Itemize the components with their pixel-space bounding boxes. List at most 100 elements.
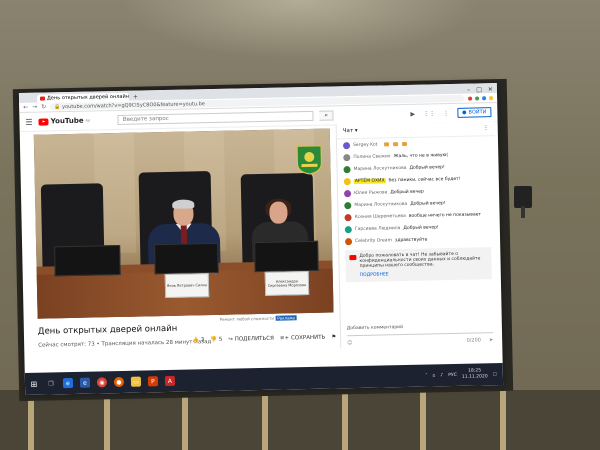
avatar[interactable] xyxy=(343,153,351,161)
ad-overlay[interactable]: Ремонт любой сложности Реклама xyxy=(220,315,298,322)
chat-header-label: Чат xyxy=(342,128,354,135)
edge-browser-icon[interactable]: e xyxy=(62,377,74,389)
dislike-count: 5 xyxy=(218,336,223,343)
youtube-play-icon xyxy=(38,117,49,126)
youtube-logo[interactable]: YouTube RU xyxy=(38,117,90,126)
desk-monitor xyxy=(54,244,121,277)
url-text: youtube.com/watch?v=gQ9Cl5yC8O0&feature=… xyxy=(62,100,205,110)
minimize-icon[interactable]: – xyxy=(467,87,470,94)
system-tray: ˄ ⌂ ♪ РУС 18:25 11.11.2020 ▢ xyxy=(425,368,503,382)
chat-mode-selector[interactable]: Чат ▾ xyxy=(343,128,358,134)
wall-speaker xyxy=(514,186,532,208)
youtube-notice-icon xyxy=(349,255,357,261)
create-video-icon[interactable]: ▶ xyxy=(410,110,415,117)
save-button[interactable]: ≡+ СОХРАНИТЬ xyxy=(280,335,325,342)
notifications-icon[interactable]: ▢ xyxy=(493,372,497,377)
dislike-button[interactable]: 👎 5 xyxy=(210,337,222,343)
windows-start-icon[interactable]: ⊞ xyxy=(29,379,39,389)
share-label: ПОДЕЛИТЬСЯ xyxy=(234,335,275,343)
clock-date: 11.11.2020 xyxy=(461,374,488,380)
chat-text: без паники, сейчас все будет! xyxy=(388,176,461,183)
video-column: Яков Петрович Силин Александра Сергеевна… xyxy=(20,124,343,371)
avatar[interactable] xyxy=(344,225,352,233)
chat-author[interactable]: Ксения Шереметьева xyxy=(355,213,406,219)
desk-monitor xyxy=(154,242,219,275)
apps-grid-icon[interactable]: ⋮⋮ xyxy=(423,110,435,117)
chat-text: Добрый вечер! xyxy=(403,224,439,231)
send-icon[interactable]: ➤ xyxy=(489,337,493,343)
maximize-icon[interactable]: □ xyxy=(476,86,482,93)
reload-icon[interactable]: ↻ xyxy=(41,103,46,110)
railing-post xyxy=(262,390,268,450)
avatar[interactable] xyxy=(342,141,351,149)
settings-more-icon[interactable]: ⋮ xyxy=(443,110,449,117)
chat-more-icon[interactable]: ⋮ xyxy=(483,125,489,131)
chat-text: Жаль, что не в живую( xyxy=(393,152,449,159)
tab-title: День открытых дверей онлайн xyxy=(46,93,130,102)
acrobat-icon[interactable]: A xyxy=(164,375,176,387)
file-explorer-icon[interactable]: ▭ xyxy=(130,376,142,387)
save-label: СОХРАНИТЬ xyxy=(290,334,326,342)
search-button[interactable]: ⌕ xyxy=(319,110,334,121)
menu-icon[interactable]: ☰ xyxy=(25,117,32,126)
avatar[interactable] xyxy=(344,237,353,245)
chat-author[interactable]: Марина Лоскутникова xyxy=(354,165,407,171)
signin-label: ВОЙТИ xyxy=(468,109,487,116)
video-actions: 👍 3 👎 5 ↪ ПОДЕЛИТЬСЯ ≡+ СОХРАНИТЬ ⚑ xyxy=(192,334,336,343)
avatar[interactable] xyxy=(343,177,351,185)
extension-icon[interactable] xyxy=(489,95,494,100)
extension-icon[interactable] xyxy=(475,95,480,100)
railing-post xyxy=(182,390,188,450)
back-icon[interactable]: ← xyxy=(23,104,28,111)
notice-more-link[interactable]: ПОДРОБНЕЕ xyxy=(360,270,488,278)
avatar[interactable] xyxy=(343,165,351,173)
avatar[interactable] xyxy=(343,189,352,197)
lock-icon: 🔒 xyxy=(54,103,63,110)
extension-icon[interactable] xyxy=(468,96,473,101)
chat-author[interactable]: Марина Лоскутникова xyxy=(354,201,407,207)
report-flag-icon[interactable]: ⚑ xyxy=(331,334,336,340)
close-icon[interactable]: ✕ xyxy=(488,86,493,93)
chat-author[interactable]: Юлия Рыжова xyxy=(354,190,387,196)
network-icon[interactable]: ⌂ xyxy=(432,373,435,378)
clock[interactable]: 18:25 11.11.2020 xyxy=(462,368,488,381)
chat-text: Добрый вечер! xyxy=(410,200,446,207)
signin-button[interactable]: ● ВОЙТИ xyxy=(457,107,492,118)
chat-author[interactable]: Sergey Kot xyxy=(353,142,377,148)
chat-author[interactable]: АРТЁМ ОХИХ xyxy=(353,177,386,184)
chat-author[interactable]: Полина Свежих xyxy=(353,154,390,160)
chat-text: здравствуйте xyxy=(394,237,428,243)
coat-of-arms-icon xyxy=(296,145,323,175)
chat-input-area[interactable]: Добавить комментарий xyxy=(341,323,499,337)
chrome-icon[interactable]: ◉ xyxy=(96,377,108,388)
emoji-sticker-icon xyxy=(384,142,390,147)
railing-post xyxy=(420,390,426,450)
chat-message: Celebrity Dream здравствуйте xyxy=(339,232,497,247)
tray-up-arrow-icon[interactable]: ˄ xyxy=(425,373,427,378)
thumbs-up-icon: 👍 xyxy=(192,337,200,344)
thumbs-down-icon: 👎 xyxy=(210,336,218,344)
like-button[interactable]: 👍 3 xyxy=(192,337,204,343)
avatar[interactable] xyxy=(344,201,352,209)
nameplate-right: Александра Сергеевна Морозова xyxy=(264,271,310,296)
man-hair xyxy=(172,199,195,209)
avatar[interactable] xyxy=(344,213,352,221)
account-icon: ● xyxy=(462,109,467,116)
share-button[interactable]: ↪ ПОДЕЛИТЬСЯ xyxy=(228,336,274,343)
task-view-icon[interactable]: ❐ xyxy=(46,378,56,388)
chat-author[interactable]: Гарсиева Людмила xyxy=(355,226,401,232)
window-controls: – □ ✕ xyxy=(467,86,497,94)
extension-icon[interactable] xyxy=(482,95,487,100)
powerpoint-icon[interactable]: P xyxy=(147,376,159,387)
volume-icon[interactable]: ♪ xyxy=(440,373,443,378)
search-input[interactable]: Введите запрос xyxy=(117,110,314,125)
emoji-sticker-icon xyxy=(402,141,408,147)
firefox-icon[interactable]: ● xyxy=(113,376,125,388)
new-tab-icon[interactable]: + xyxy=(133,94,138,101)
chat-author[interactable]: Celebrity Dream xyxy=(355,238,392,244)
ie-browser-icon[interactable]: e xyxy=(79,377,91,388)
video-player[interactable]: Яков Петрович Силин Александра Сергеевна… xyxy=(33,128,334,319)
emoji-icon[interactable]: ☺ xyxy=(347,340,352,346)
forward-icon[interactable]: → xyxy=(32,104,37,111)
language-indicator[interactable]: РУС xyxy=(448,372,457,377)
